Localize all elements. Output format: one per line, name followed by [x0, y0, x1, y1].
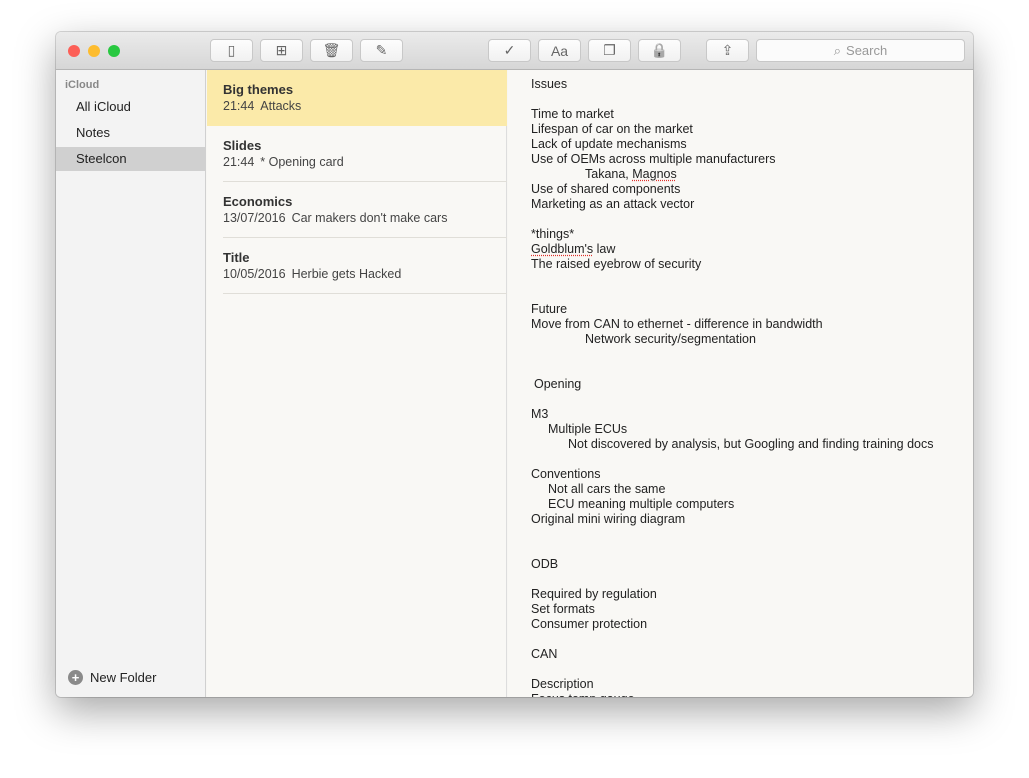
search-field[interactable]: ⌕ Search	[756, 39, 965, 62]
note-line: Use of shared components	[531, 182, 681, 196]
note-line	[531, 572, 973, 587]
note-line	[531, 662, 973, 677]
note-preview: Car makers don't make cars	[291, 211, 448, 225]
note-list-item[interactable]: Slides 21:44 * Opening card	[207, 126, 507, 182]
sidebar-item-notes[interactable]: Notes	[56, 121, 206, 145]
plus-icon: +	[68, 670, 83, 685]
note-line	[531, 452, 973, 467]
windows-icon: ❐	[603, 42, 616, 58]
note-list-item[interactable]: Economics 13/07/2016 Car makers don't mak…	[207, 182, 507, 238]
note-line: Future	[531, 302, 568, 316]
toggle-sidebar-button[interactable]: ▯	[210, 39, 253, 62]
sidebar-icon: ▯	[227, 42, 236, 58]
note-date: 21:44	[223, 155, 255, 169]
note-line: Network security/segmentation	[585, 332, 756, 346]
note-list-item[interactable]: Big themes 21:44 Attacks	[207, 70, 507, 126]
close-button[interactable]	[68, 45, 80, 57]
note-line: Focus temp gauge	[531, 692, 973, 697]
note-preview: Attacks	[260, 99, 302, 113]
note-line: Lifespan of car on the market	[531, 122, 693, 136]
note-line: M3	[531, 407, 549, 421]
minimize-button[interactable]	[88, 45, 100, 57]
search-placeholder: Search	[846, 43, 888, 58]
note-line	[531, 362, 973, 377]
note-title: Slides	[223, 138, 262, 153]
format-button[interactable]: Aa	[538, 39, 581, 62]
note-line	[531, 392, 973, 407]
note-preview: * Opening card	[260, 155, 344, 169]
compose-icon: ✎	[375, 42, 388, 58]
note-date: 10/05/2016	[223, 267, 286, 281]
notes-window: ▯ ⊞ 🗑 ✎ ✓ Aa ❐ 🔒 ⇪ ⌕ Search iCloud All iCloud No…	[56, 32, 973, 697]
notes-list: Big themes 21:44 Attacks Slides 21:44 * Op…	[207, 70, 507, 697]
grid-icon: ⊞	[275, 42, 288, 58]
note-line: Use of OEMs across multiple manufacturer…	[531, 152, 776, 166]
note-line: Lack of update mechanisms	[531, 137, 687, 151]
note-line: Not discovered by analysis, but Googling…	[568, 437, 934, 451]
note-line: *things*	[531, 227, 575, 241]
sidebar-item-steelcon[interactable]: Steelcon	[56, 147, 206, 171]
note-line: Conventions	[531, 467, 601, 481]
lock-icon: 🔒	[650, 42, 669, 58]
note-line: Takana, Magnos	[585, 167, 677, 181]
new-folder-label: New Folder	[90, 670, 157, 685]
note-date: 13/07/2016	[223, 211, 286, 225]
lock-button[interactable]: 🔒	[638, 39, 681, 62]
compose-button[interactable]: ✎	[360, 39, 403, 62]
note-line: The raised eyebrow of security	[531, 257, 702, 271]
note-line: ODB	[531, 557, 559, 571]
note-title: Big themes	[223, 82, 294, 97]
note-line: Marketing as an attack vector	[531, 197, 695, 211]
titlebar: ▯ ⊞ 🗑 ✎ ✓ Aa ❐ 🔒 ⇪ ⌕ Search	[56, 32, 973, 70]
new-folder-button[interactable]: + New Folder	[68, 670, 156, 685]
note-line: Set formats	[531, 602, 595, 616]
note-line	[531, 527, 973, 542]
attachments-button[interactable]: ⊞	[260, 39, 303, 62]
note-line: Time to market	[531, 107, 614, 121]
sidebar-item-all-icloud[interactable]: All iCloud	[56, 95, 206, 119]
note-line: Description	[531, 677, 594, 691]
note-line	[531, 212, 973, 227]
note-list-item[interactable]: Title 10/05/2016 Herbie gets Hacked	[207, 238, 507, 294]
share-icon: ⇪	[721, 42, 734, 58]
note-line: Issues	[531, 77, 568, 91]
note-line: Not all cars the same	[548, 482, 666, 496]
note-line: ECU meaning multiple computers	[548, 497, 735, 511]
note-editor[interactable]: Issues Time to market Lifespan of car on t…	[508, 70, 973, 697]
zoom-button[interactable]	[108, 45, 120, 57]
note-preview: Herbie gets Hacked	[291, 267, 402, 281]
sidebar: iCloud All iCloud Notes Steelcon + New F…	[56, 70, 206, 697]
note-line: Required by regulation	[531, 587, 657, 601]
note-date: 21:44	[223, 99, 255, 113]
note-line	[531, 287, 973, 302]
search-icon: ⌕	[833, 42, 842, 58]
note-line	[531, 272, 973, 287]
sidebar-section-icloud: iCloud	[65, 79, 100, 91]
note-title: Title	[223, 250, 250, 265]
note-line: Multiple ECUs	[548, 422, 628, 436]
delete-button[interactable]: 🗑	[310, 39, 353, 62]
table-button[interactable]: ❐	[588, 39, 631, 62]
checkmark-circle-icon: ✓	[503, 42, 516, 58]
text-format-icon: Aa	[550, 42, 569, 59]
note-line: CAN	[531, 647, 558, 661]
trash-icon: 🗑	[322, 42, 341, 58]
note-line: Move from CAN to ethernet - difference i…	[531, 317, 823, 331]
note-line: Original mini wiring diagram	[531, 512, 686, 526]
divider	[223, 293, 507, 294]
note-line: Opening	[534, 377, 582, 391]
note-line	[531, 542, 973, 557]
note-line	[531, 347, 973, 362]
note-line: Consumer protection	[531, 617, 648, 631]
share-button[interactable]: ⇪	[706, 39, 749, 62]
checklist-button[interactable]: ✓	[488, 39, 531, 62]
note-line: Goldblum's law	[531, 242, 616, 256]
note-line	[531, 632, 973, 647]
note-line	[531, 92, 973, 107]
note-title: Economics	[223, 194, 293, 209]
